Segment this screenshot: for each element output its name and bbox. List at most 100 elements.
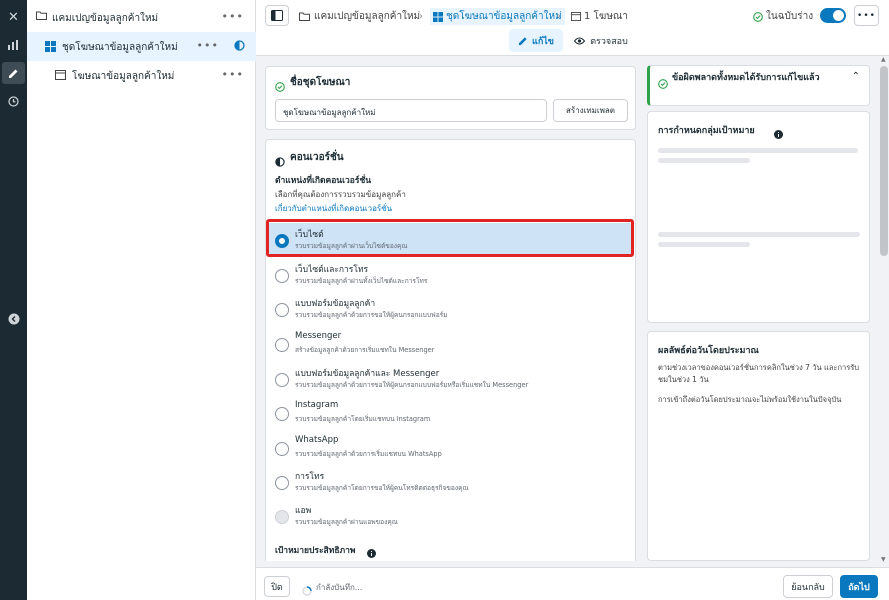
section-heading: เป้าหมายประสิทธิภาพ: [275, 546, 356, 556]
option-title: เว็บไซต์และการโทร: [295, 265, 369, 275]
eye-icon: [574, 37, 586, 44]
tree-item-ad[interactable]: โฆษณาข้อมูลลูกค้าใหม่ •••: [27, 61, 256, 90]
option-subtitle: รวบรวมข้อมูลลูกค้าโดยเริ่มแชทบน Instagra…: [295, 415, 431, 423]
loading-placeholder: [658, 242, 750, 247]
chevron-right-icon: ›: [419, 11, 423, 22]
radio-button: [275, 407, 289, 421]
scrollbar-thumb[interactable]: [880, 66, 888, 256]
tree-label: แคมเปญข้อมูลลูกค้าใหม่: [52, 13, 159, 24]
radio-button: [275, 442, 289, 456]
option-title: แบบฟอร์มข้อมูลลูกค้า: [295, 299, 376, 309]
ad-icon: [55, 70, 66, 83]
campaign-tree: แคมเปญข้อมูลลูกค้าใหม่ ••• ชุดโฆษณาข้อมู…: [27, 0, 256, 600]
section-description: เลือกที่คุณต้องการรวบรวมข้อมูลลูกค้า: [275, 190, 406, 199]
clock-icon[interactable]: [0, 90, 27, 112]
collapse-icon[interactable]: [0, 308, 27, 330]
info-icon[interactable]: [367, 543, 376, 561]
breadcrumb-adset[interactable]: ชุดโฆษณาข้อมูลลูกค้าใหม่: [430, 8, 565, 25]
breadcrumb-ad[interactable]: 1 โฆษณา: [571, 8, 628, 25]
more-icon[interactable]: •••: [222, 68, 244, 81]
conversion-option-calls[interactable]: การโทร รวบรวมข้อมูลลูกค้าโดยการขอให้ผู้ค…: [275, 469, 615, 499]
grid-icon: [433, 11, 443, 22]
option-subtitle: รวบรวมข้อมูลลูกค้าผ่านเว็บไซต์ของคุณ: [295, 242, 408, 250]
more-icon[interactable]: •••: [197, 39, 219, 52]
breadcrumb-label: แคมเปญข้อมูลลูกค้าใหม่: [314, 11, 421, 22]
conversion-option-whatsapp[interactable]: WhatsApp รวบรวมข้อมูลลูกค้าด้วยการเริ่มแ…: [275, 435, 615, 465]
estimated-results-card: ผลลัพธ์ต่อวันโดยประมาณ ตามช่วงเวลาของคอน…: [647, 331, 870, 561]
tab-edit[interactable]: แก้ไข: [509, 29, 563, 52]
chevron-right-icon: ›: [557, 11, 561, 22]
next-button[interactable]: ถัดไป: [840, 575, 878, 598]
option-title: WhatsApp: [295, 435, 339, 445]
conversion-option-instant-forms[interactable]: แบบฟอร์มข้อมูลลูกค้า รวบรวมข้อมูลลูกค้าด…: [275, 296, 615, 326]
check-circle-icon: [275, 77, 285, 96]
left-rail: ✕: [0, 0, 27, 600]
conversion-option-messenger[interactable]: Messenger สร้างข้อมูลลูกค้าด้วยการเริ่มแ…: [275, 331, 615, 361]
radio-button: [275, 373, 289, 387]
conversion-option-instagram[interactable]: Instagram รวบรวมข้อมูลลูกค้าโดยเริ่มแชทบ…: [275, 400, 615, 430]
breadcrumb-label: ชุดโฆษณาข้อมูลลูกค้าใหม่: [446, 11, 562, 22]
info-icon[interactable]: [774, 124, 783, 143]
tree-item-adset[interactable]: ชุดโฆษณาข้อมูลลูกค้าใหม่ •••: [27, 32, 256, 61]
option-subtitle: รวบรวมข้อมูลลูกค้าด้วยการขอให้ผู้คนกรอกแ…: [295, 381, 529, 389]
option-subtitle: รวบรวมข้อมูลลูกค้าด้วยการขอให้ผู้คนกรอกแ…: [295, 311, 448, 319]
tree-item-campaign[interactable]: แคมเปญข้อมูลลูกค้าใหม่ •••: [27, 3, 256, 32]
spinner-icon: [302, 581, 312, 600]
breadcrumb-label: 1 โฆษณา: [584, 11, 628, 22]
draft-status: ในฉบับร่าง: [753, 8, 813, 25]
radio-button: [275, 476, 289, 490]
conversion-option-forms-messenger[interactable]: แบบฟอร์มข้อมูลลูกค้าและ Messenger รวบรวม…: [275, 366, 615, 396]
scroll-up-icon[interactable]: ▲: [881, 56, 886, 63]
folder-icon: [299, 12, 310, 21]
more-icon[interactable]: •••: [222, 10, 244, 23]
scrollbar[interactable]: ▲ ▼: [879, 56, 889, 567]
ad-icon: [571, 12, 581, 21]
back-button[interactable]: ย้อนกลับ: [783, 575, 833, 598]
option-subtitle: รวบรวมข้อมูลลูกค้าโดยการขอให้ผู้คนโทรติด…: [295, 484, 469, 492]
loading-placeholder: [658, 232, 860, 237]
folder-icon: [36, 11, 47, 23]
tab-label: ตรวจสอบ: [590, 36, 628, 47]
create-template-button[interactable]: สร้างเทมเพลต: [553, 99, 628, 122]
more-options-button[interactable]: •••: [854, 5, 879, 26]
option-title: เว็บไซต์: [295, 230, 324, 240]
close-button[interactable]: ปิด: [264, 576, 290, 597]
option-subtitle: สร้างข้อมูลลูกค้าด้วยการเริ่มแชทใน Messe…: [295, 346, 435, 354]
status-toggle[interactable]: [820, 8, 846, 23]
half-circle-icon: [234, 40, 245, 54]
pencil-icon: [518, 36, 527, 45]
conversion-option-website[interactable]: เว็บไซต์ รวบรวมข้อมูลลูกค้าผ่านเว็บไซต์ข…: [275, 227, 615, 257]
learn-more-link[interactable]: เกี่ยวกับตำแหน่งที่เกิดคอนเวอร์ชั่น: [275, 202, 392, 215]
section-heading: ตำแหน่งที่เกิดคอนเวอร์ชั่น: [275, 176, 372, 186]
conversion-option-website-calls[interactable]: เว็บไซต์และการโทร รวบรวมข้อมูลลูกค้าผ่าน…: [275, 262, 615, 292]
chevron-up-icon[interactable]: ⌃: [852, 71, 860, 82]
tab-review[interactable]: ตรวจสอบ: [570, 29, 632, 52]
close-icon[interactable]: ✕: [0, 6, 27, 28]
status-label: ในฉบับร่าง: [766, 11, 814, 22]
loading-placeholder: [658, 158, 750, 163]
option-title: แอพ: [295, 506, 312, 516]
adset-name-input[interactable]: ชุดโฆษณาข้อมูลลูกค้าใหม่: [275, 99, 547, 122]
banner-title: ข้อผิดพลาดทั้งหมดได้รับการแก้ไขแล้ว: [672, 73, 820, 83]
option-subtitle: รวบรวมข้อมูลลูกค้าด้วยการเริ่มแชทบน What…: [295, 450, 442, 458]
tab-label: แก้ไข: [532, 36, 554, 47]
audience-definition-card: การกำหนดกลุ่มเป้าหมาย: [647, 111, 870, 323]
conversion-option-app: แอพ รวบรวมข้อมูลลูกค้าผ่านแอพของคุณ: [275, 503, 615, 533]
chart-icon[interactable]: [0, 34, 27, 56]
option-subtitle: รวบรวมข้อมูลลูกค้าผ่านแอพของคุณ: [295, 518, 398, 526]
bottom-bar: ปิด กำลังบันทึก... ย้อนกลับ ถัดไป: [256, 567, 889, 600]
loading-placeholder: [658, 148, 858, 153]
tree-label: โฆษณาข้อมูลลูกค้าใหม่: [72, 71, 175, 82]
tree-label: ชุดโฆษณาข้อมูลลูกค้าใหม่: [62, 42, 178, 53]
toggle-panel-button[interactable]: [265, 5, 289, 26]
pencil-icon[interactable]: [2, 62, 25, 84]
breadcrumb-campaign[interactable]: แคมเปญข้อมูลลูกค้าใหม่: [299, 8, 420, 25]
option-title: Instagram: [295, 400, 339, 410]
card-title: การกำหนดกลุ่มเป้าหมาย: [658, 126, 755, 136]
top-bar: แคมเปญข้อมูลลูกค้าใหม่ › ชุดโฆษณาข้อมูลล…: [256, 0, 889, 56]
scroll-down-icon[interactable]: ▼: [881, 556, 886, 563]
half-circle-icon: [275, 152, 285, 171]
grid-icon: [45, 41, 56, 55]
option-title: แบบฟอร์มข้อมูลลูกค้าและ Messenger: [295, 369, 440, 379]
toggle-knob: [833, 10, 844, 21]
